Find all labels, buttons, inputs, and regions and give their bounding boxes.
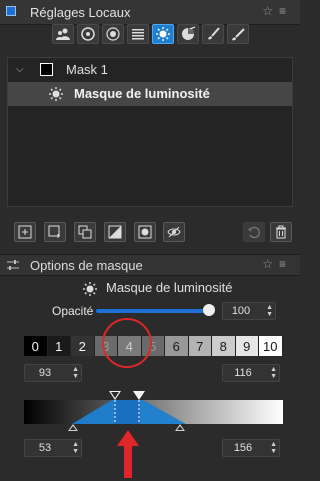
luminosity-mask-row[interactable]: Masque de luminosité [8,82,292,106]
mask-shape-button[interactable] [134,222,156,242]
range-left-handle[interactable] [109,391,121,400]
add-layer-icon [48,225,60,238]
mask-thumbnail [40,63,53,76]
color-wheel-icon [182,26,196,40]
range-core [114,400,140,424]
panel-header-local-adjustments: Réglages Locaux ☆≡ [0,0,300,25]
stepper-arrows-icon[interactable]: ▲ ▼ [270,441,277,455]
mask-row[interactable]: ⌵ Mask 1 [8,58,292,82]
stepper-arrows-icon[interactable]: ▲ ▼ [72,366,79,380]
add-submask-button[interactable] [44,222,66,242]
zone-0[interactable]: 0 [24,336,48,356]
target-icon [81,27,95,41]
feather-right-input[interactable]: 156 ▲ ▼ [222,439,280,457]
range-right-handle[interactable] [133,391,145,400]
opacity-slider-track[interactable] [96,309,208,313]
opacity-value: 100 [231,305,251,317]
stepper-arrows-icon[interactable]: ▲ ▼ [72,441,79,455]
luminosity-mask-label: Masque de luminosité [74,86,210,101]
panel-title: Réglages Locaux [30,5,131,20]
reset-mask-button[interactable] [243,222,265,242]
people-tool-button[interactable] [52,24,74,44]
panel-title: Options de masque [30,258,143,273]
lines-tool-button[interactable] [127,24,149,44]
panel-header-actions: ☆≡ [262,4,292,18]
selected-zone-highlight-circle [102,318,152,368]
feather-left-handle[interactable] [68,424,78,431]
opacity-input[interactable]: 100 ▲ ▼ [222,302,276,320]
eye-icon [106,27,120,41]
zone-2[interactable]: 2 [71,336,95,356]
brush-2-icon [232,28,245,41]
luminosity-gear-icon [49,87,63,101]
zone-9[interactable]: 9 [235,336,259,356]
panel-header-mask-options: Options de masque ☆≡ [0,254,300,276]
menu-icon[interactable]: ≡ [279,257,292,271]
luminosity-gear-icon [156,27,170,41]
color-wheel-tool-button[interactable] [177,24,199,44]
mask-type-title: Masque de luminosité [76,280,276,298]
show-mask-button[interactable] [163,222,185,242]
zone-8[interactable]: 8 [212,336,236,356]
range-right-input[interactable]: 116 ▲ ▼ [222,364,280,382]
opacity-slider-thumb[interactable] [203,304,215,316]
delete-mask-button[interactable] [270,222,292,242]
zone-7[interactable]: 7 [188,336,212,356]
people-icon [56,28,70,40]
range-left-input[interactable]: 93 ▲ ▼ [24,364,82,382]
stepper-arrows-icon[interactable]: ▲ ▼ [266,304,273,318]
mask-type-toolbar [52,24,249,46]
star-icon[interactable]: ☆ [262,4,279,18]
eye-slash-icon [167,226,181,238]
zone-scale: 0 1 2 3 4 5 6 7 8 9 10 [24,336,283,356]
brush-2-tool-button[interactable] [227,24,249,44]
duplicate-mask-button[interactable] [74,222,96,242]
eye-tool-button[interactable] [102,24,124,44]
invert-mask-button[interactable] [104,222,126,242]
add-mask-button[interactable] [14,222,36,242]
feather-right-value: 156 [233,442,253,454]
range-left-value: 93 [38,367,52,379]
target-tool-button[interactable] [77,24,99,44]
trash-icon [276,225,286,239]
menu-icon[interactable]: ≡ [279,4,292,18]
zone-1[interactable]: 1 [47,336,71,356]
chevron-down-icon[interactable]: ⌵ [16,64,24,75]
panel-toggle[interactable] [6,6,16,16]
circle-mask-icon [138,225,152,239]
opacity-label: Opacité [52,304,94,318]
panel-header-actions: ☆≡ [262,257,292,271]
star-icon[interactable]: ☆ [262,257,279,271]
brush-icon [208,27,220,40]
feather-left-value: 53 [38,442,52,454]
red-arrow-up-icon [117,430,139,478]
undo-icon [248,226,260,239]
zone-10[interactable]: 10 [259,336,283,356]
brush-tool-button[interactable] [202,24,224,44]
luminosity-tool-button[interactable] [152,24,174,44]
luminosity-range-overlay [72,400,186,424]
invert-icon [108,225,122,239]
feather-right-handle[interactable] [175,424,185,431]
lines-icon [132,29,144,40]
stepper-arrows-icon[interactable]: ▲ ▼ [270,366,277,380]
sliders-icon [7,260,19,270]
duplicate-icon [78,225,92,239]
luminosity-gear-icon [83,282,97,296]
feather-left-input[interactable]: 53 ▲ ▼ [24,439,82,457]
mask-type-label: Masque de luminosité [106,280,233,295]
plus-square-icon [18,225,32,239]
range-right-value: 116 [234,367,252,379]
zone-6[interactable]: 6 [165,336,189,356]
mask-name: Mask 1 [66,62,108,77]
